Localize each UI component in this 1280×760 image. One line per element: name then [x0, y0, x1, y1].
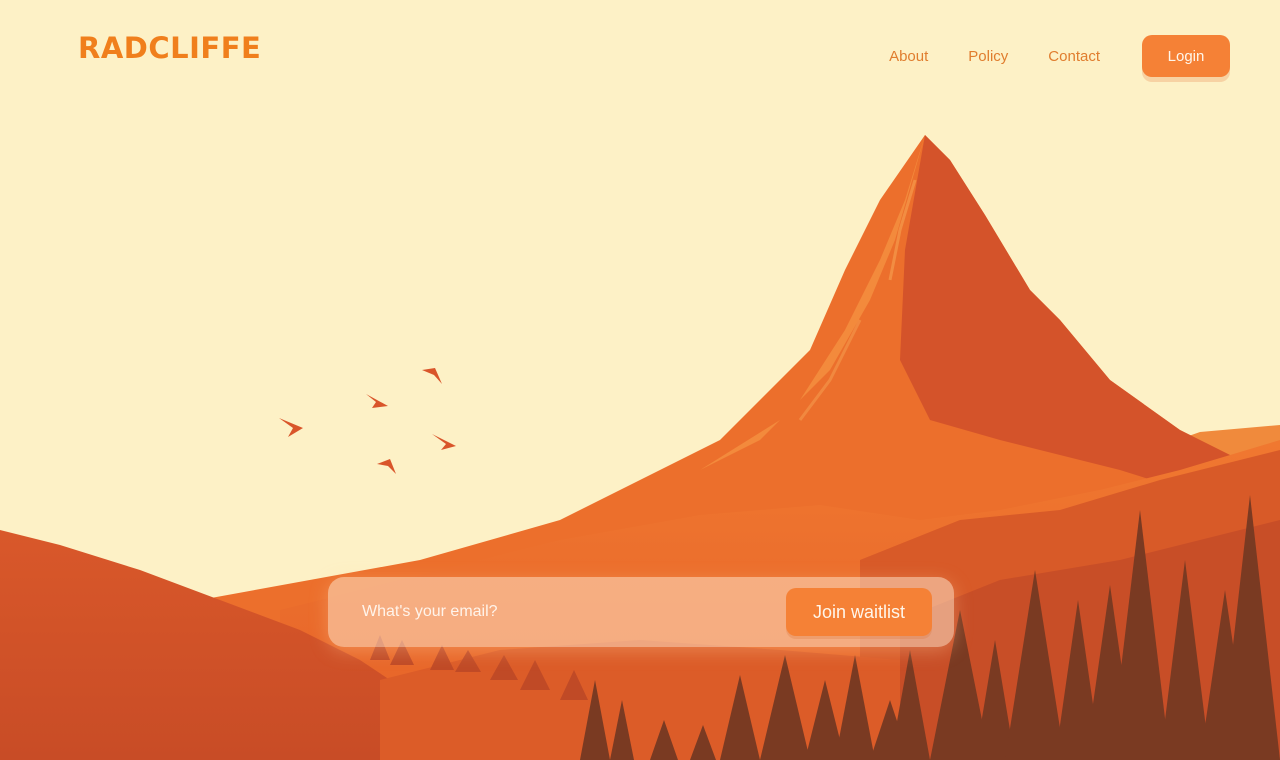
brand-logo[interactable]: RADCLIFFE	[78, 28, 261, 68]
join-waitlist-button[interactable]: Join waitlist	[786, 588, 932, 636]
bird-icon	[432, 434, 456, 450]
birds	[279, 368, 456, 474]
bird-icon	[279, 418, 303, 437]
nav-link-contact[interactable]: Contact	[1048, 48, 1100, 65]
bird-icon	[422, 368, 442, 384]
top-navigation: About Policy Contact Login	[889, 34, 1230, 78]
email-input[interactable]	[360, 602, 786, 622]
nav-link-about[interactable]: About	[889, 48, 928, 65]
bird-icon	[377, 459, 396, 474]
landing-page: RADCLIFFE About Policy Contact Login Joi…	[0, 0, 1280, 760]
waitlist-form: Join waitlist	[328, 577, 954, 647]
nav-link-policy[interactable]: Policy	[968, 48, 1008, 65]
login-button[interactable]: Login	[1142, 35, 1230, 77]
bird-icon	[366, 394, 388, 408]
